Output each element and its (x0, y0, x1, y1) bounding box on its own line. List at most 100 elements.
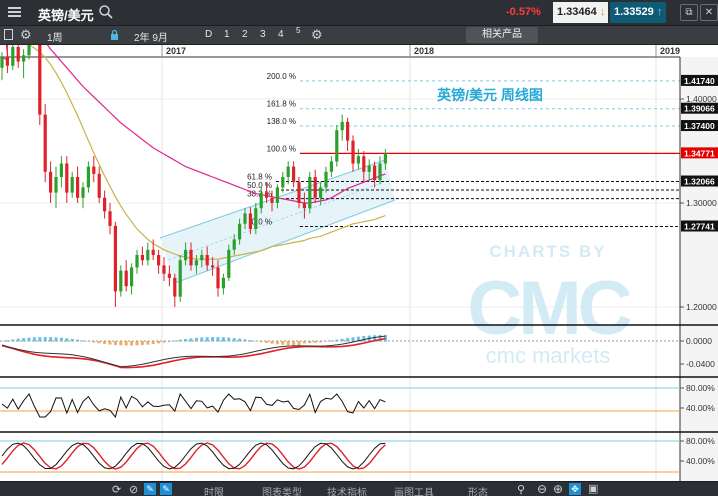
candle-body (383, 153, 387, 164)
price-tag-text: 1.37400 (684, 121, 715, 131)
candle-body (275, 187, 279, 203)
candle-body (16, 47, 20, 62)
candle-body (54, 177, 58, 193)
candle-body (378, 163, 382, 181)
candle-body (189, 249, 193, 266)
instrument-title[interactable]: 英镑/美元 (38, 5, 94, 24)
candle-body (151, 249, 155, 255)
candle-body (259, 192, 263, 209)
candle-body (232, 239, 236, 250)
bottom-menu-patterns[interactable]: 形态 (468, 484, 488, 496)
sell-price: 1.33464 (557, 6, 597, 18)
candle-body (59, 163, 63, 177)
candle-body (178, 260, 182, 297)
watermark-charts-by: CHARTS BY (489, 242, 606, 261)
price-tag-text: 1.34771 (684, 148, 715, 158)
candle-body (324, 171, 328, 188)
fit-icon[interactable]: ✥ (569, 483, 581, 495)
period-2[interactable]: 2 (242, 29, 248, 40)
period-4[interactable]: 4 (278, 29, 284, 40)
candle-body (351, 140, 355, 164)
candle-body (43, 114, 47, 172)
year-label: 2017 (166, 46, 186, 56)
candle-body (211, 265, 215, 268)
macd-histogram-bar (124, 341, 128, 346)
price-tick-label: 1.30000 (686, 198, 717, 208)
zoom-out-icon[interactable]: ⊖ (537, 482, 547, 496)
settings-gear-icon[interactable]: ⚙ (20, 27, 32, 43)
candle-body (329, 161, 333, 172)
pane-tick-label: 0.0000 (686, 336, 712, 346)
year-label: 2019 (660, 46, 680, 56)
candle-body (92, 166, 96, 174)
chart-settings-gear-icon[interactable]: ⚙ (311, 27, 323, 43)
candle-body (243, 213, 247, 224)
bottom-menu-drawing-tools[interactable]: 画图工具 (394, 484, 434, 496)
candle-body (270, 197, 274, 203)
macd-histogram-bar (140, 341, 144, 346)
candle-body (254, 208, 258, 229)
candle-body (313, 177, 317, 198)
lock-icon[interactable] (110, 29, 119, 44)
candle-body (11, 47, 15, 66)
instrument-search-icon[interactable] (98, 4, 114, 23)
candle-body (346, 121, 350, 141)
chart-area[interactable]: 2017 2018 2019 CHARTS BY CMC cmc markets 2… (0, 45, 718, 481)
close-icon[interactable]: ✕ (700, 4, 718, 21)
time-axis: 2017 2018 2019 (0, 45, 680, 58)
candle-body (162, 265, 166, 274)
candle-body (367, 165, 371, 172)
candle-body (0, 57, 4, 68)
related-products-label: 相关产品 (482, 29, 522, 40)
candle-body (265, 192, 269, 198)
bottom-menu-timeframe[interactable]: 时限 (204, 484, 224, 496)
detach-window-icon[interactable]: ⧉ (680, 4, 698, 21)
candle-body (113, 225, 117, 292)
candle-body (22, 55, 26, 62)
candle-body (173, 277, 177, 297)
candle-body (292, 166, 296, 183)
pane-tick-label: 40.00% (686, 403, 715, 413)
screenshot-icon[interactable]: ▣ (588, 482, 598, 495)
macd-histogram-bar (286, 341, 290, 346)
pane-tick-label: 80.00% (686, 436, 715, 446)
range-select[interactable]: 2年 9月 (134, 29, 168, 44)
pane-tick-label: 80.00% (686, 383, 715, 393)
macd-histogram-bar (297, 341, 301, 346)
buy-price-box[interactable]: 1.33529 ↑ (610, 2, 666, 23)
bottom-menu-indicators[interactable]: 技术指标 (327, 484, 367, 496)
zoom-in-icon[interactable]: ⊕ (553, 482, 563, 496)
price-tag-text: 1.27741 (684, 221, 715, 231)
candle-body (146, 249, 150, 261)
layout-icon[interactable] (4, 29, 13, 40)
candle-body (119, 270, 123, 292)
candle-body (286, 166, 290, 177)
candle-body (5, 57, 9, 66)
marker-icon[interactable]: ✎ (160, 483, 172, 495)
bottom-menu-chart-type[interactable]: 图表类型 (262, 484, 302, 496)
candle-body (216, 267, 220, 289)
candle-body (167, 273, 171, 278)
refresh-icon[interactable]: ⟳ (112, 483, 121, 496)
menu-icon[interactable] (8, 7, 21, 18)
chart-title: 英镑/美元 周线图 (436, 87, 543, 103)
price-tag-text: 1.41740 (684, 76, 715, 86)
period-d[interactable]: D (205, 29, 212, 40)
price-tag-text: 1.32066 (684, 177, 715, 187)
bottom-bar: ⟳ ⊘ ✎ ✎ 时限 图表类型 技术指标 画图工具 形态 ⚲ ⊖ ⊕ ✥ ▣ (0, 481, 718, 496)
pencil-icon[interactable]: ✎ (144, 483, 156, 495)
zoom-icon[interactable]: ⚲ (517, 483, 525, 496)
interval-select[interactable]: 1周 (47, 29, 63, 44)
sell-down-arrow-icon: ↓ (599, 6, 606, 18)
sell-price-box[interactable]: 1.33464 ↓ (553, 2, 608, 23)
no-draw-icon[interactable]: ⊘ (129, 483, 138, 496)
candle-body (205, 255, 209, 266)
candle-body (124, 270, 128, 287)
pane-tick-label: -0.0400 (686, 359, 715, 369)
period-5[interactable]: 5 (296, 26, 300, 35)
related-products-button[interactable]: 相关产品 (466, 27, 538, 43)
candle-body (86, 166, 90, 188)
price-tick-label: 1.40000 (686, 94, 717, 104)
period-3[interactable]: 3 (260, 29, 266, 40)
period-1[interactable]: 1 (224, 29, 230, 40)
